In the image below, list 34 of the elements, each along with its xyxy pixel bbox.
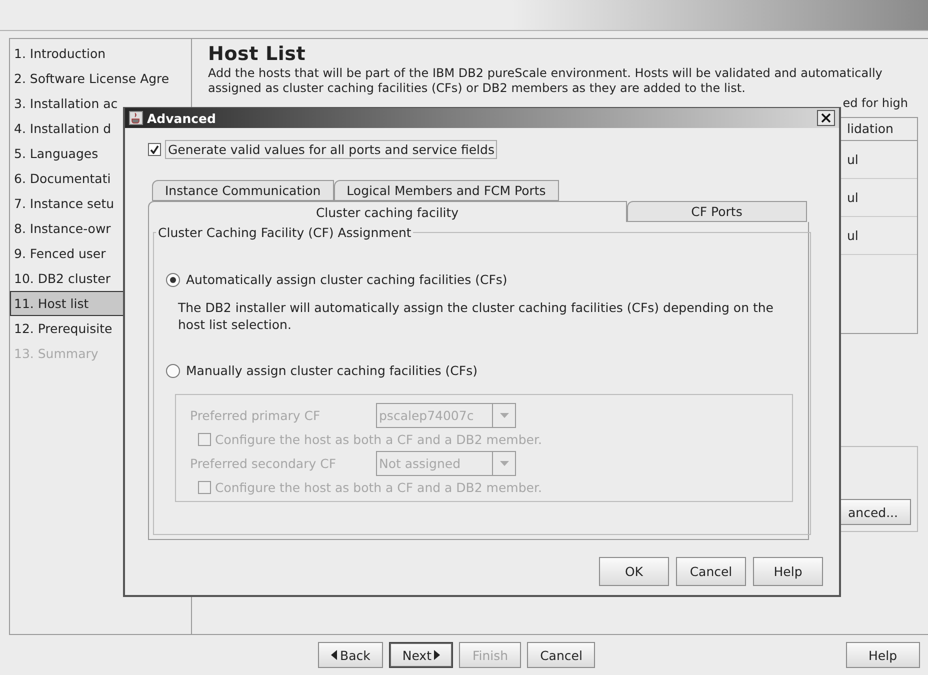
cup-icon (129, 111, 143, 125)
checkbox-label: Configure the host as both a CF and a DB2 member. (215, 432, 542, 447)
wizard-button[interactable]: Next (389, 642, 454, 668)
dialog-button[interactable]: OK (599, 557, 669, 586)
radio-button[interactable] (166, 364, 180, 378)
close-button[interactable] (817, 110, 835, 126)
tab[interactable]: Cluster caching facility (148, 201, 627, 222)
help-button[interactable]: Help (846, 642, 920, 668)
radio-button[interactable] (166, 272, 180, 286)
checkbox[interactable] (148, 143, 161, 156)
tab[interactable]: CF Ports (626, 201, 807, 222)
caret-icon (500, 461, 508, 466)
dialog-title: Advanced (147, 110, 216, 126)
checkbox-label: Configure the host as both a CF and a DB2 member. (215, 480, 542, 495)
step-item[interactable]: 2. Software License Agre (10, 66, 191, 91)
dialog-button[interactable]: Cancel (676, 557, 746, 586)
description-text: ed for high (842, 96, 908, 111)
tab[interactable]: Instance Communication (152, 180, 334, 201)
field-label: Preferred secondary CF (190, 456, 338, 471)
dialog-button[interactable]: Help (753, 557, 823, 586)
wizard-button[interactable]: Cancel (527, 642, 596, 668)
left-triangle-icon (331, 650, 337, 660)
wizard-button[interactable]: Back (318, 642, 384, 668)
checkbox-label: Generate valid values for all ports and service fields (165, 140, 498, 159)
page-title: Host List (208, 43, 307, 65)
group-title: Cluster Caching Facility (CF) Assignment (157, 225, 412, 240)
field-label: Preferred primary CF (190, 408, 322, 423)
tab[interactable]: Logical Members and FCM Ports (334, 180, 559, 201)
page-description: Add the hosts that will be part of the IBM DB2 pureScale environment. Hosts will be validated and automatically assigned as cluster caching facilities (CFs) or DB2 members as they are added to the list. (208, 66, 884, 96)
caret-icon (500, 413, 508, 418)
step-item[interactable]: 1. Introduction (10, 41, 191, 66)
right-triangle-icon (434, 650, 440, 660)
radio-label: Manually assign cluster caching facilities (CFs) (186, 363, 478, 378)
radio-label: Automatically assign cluster caching facilities (CFs) (186, 272, 508, 287)
